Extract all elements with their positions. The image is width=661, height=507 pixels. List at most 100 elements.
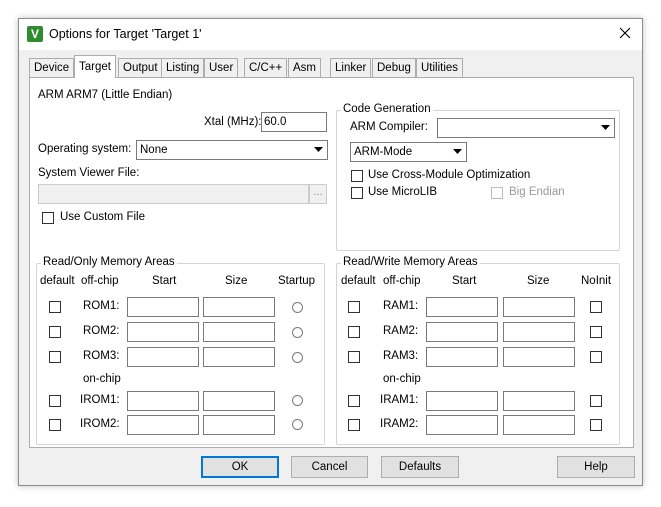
rom-header-default: default bbox=[40, 275, 75, 287]
rom-onchip-label: on-chip bbox=[83, 373, 121, 385]
tab-linker[interactable]: Linker bbox=[330, 58, 372, 77]
ram-header-offchip: off-chip bbox=[383, 275, 421, 287]
svf-label: System Viewer File: bbox=[38, 167, 140, 179]
ram-onchip-label: on-chip bbox=[383, 373, 421, 385]
rom2-label: ROM2: bbox=[83, 325, 120, 337]
rom1-size-input[interactable] bbox=[203, 297, 275, 317]
use-custom-file-checkbox[interactable] bbox=[42, 212, 54, 224]
ok-button[interactable]: OK bbox=[201, 456, 279, 478]
rom3-size-input[interactable] bbox=[203, 347, 275, 367]
ram1-noinit-checkbox[interactable] bbox=[590, 301, 602, 313]
os-select-value: None bbox=[140, 144, 168, 156]
rom3-startup-radio[interactable] bbox=[292, 352, 303, 363]
irom2-default-checkbox[interactable] bbox=[49, 419, 61, 431]
iram2-default-checkbox[interactable] bbox=[348, 419, 360, 431]
irom1-startup-radio[interactable] bbox=[292, 395, 303, 406]
tab-utilities[interactable]: Utilities bbox=[416, 58, 464, 77]
rom1-startup-radio[interactable] bbox=[292, 302, 303, 313]
svf-browse-button[interactable]: ... bbox=[309, 184, 327, 204]
rom-header-size: Size bbox=[225, 275, 248, 287]
irom2-size-input[interactable] bbox=[203, 415, 275, 435]
ram-header-default: default bbox=[341, 275, 376, 287]
ram2-label: RAM2: bbox=[383, 325, 419, 337]
ram3-noinit-checkbox[interactable] bbox=[590, 351, 602, 363]
rom3-default-checkbox[interactable] bbox=[49, 351, 61, 363]
help-button[interactable]: Help bbox=[557, 456, 635, 478]
irom2-startup-radio[interactable] bbox=[292, 419, 303, 430]
ram2-default-checkbox[interactable] bbox=[348, 326, 360, 338]
defaults-button[interactable]: Defaults bbox=[381, 456, 459, 478]
mode-select[interactable]: ARM-Mode bbox=[350, 142, 467, 162]
iram1-default-checkbox[interactable] bbox=[348, 395, 360, 407]
irom1-start-input[interactable] bbox=[127, 391, 199, 411]
ram3-default-checkbox[interactable] bbox=[348, 351, 360, 363]
options-dialog: V Options for Target 'Target 1' Device T… bbox=[18, 18, 643, 486]
close-icon[interactable] bbox=[616, 24, 634, 42]
title-bar: V Options for Target 'Target 1' bbox=[19, 19, 642, 50]
compiler-label: ARM Compiler: bbox=[350, 121, 428, 133]
cross-module-checkbox[interactable] bbox=[351, 170, 363, 182]
iram1-start-input[interactable] bbox=[426, 391, 498, 411]
code-generation-legend: Code Generation bbox=[341, 103, 433, 115]
rom2-size-input[interactable] bbox=[203, 322, 275, 342]
ram-header-start: Start bbox=[452, 275, 477, 287]
iram2-label: IRAM2: bbox=[380, 418, 419, 430]
iram2-noinit-checkbox[interactable] bbox=[590, 419, 602, 431]
rom2-startup-radio[interactable] bbox=[292, 327, 303, 338]
ram3-size-input[interactable] bbox=[503, 347, 575, 367]
use-custom-file-label: Use Custom File bbox=[60, 211, 145, 223]
tab-target[interactable]: Target bbox=[74, 55, 116, 78]
window-title: Options for Target 'Target 1' bbox=[49, 27, 202, 41]
rom2-start-input[interactable] bbox=[127, 322, 199, 342]
ram3-start-input[interactable] bbox=[426, 347, 498, 367]
iram2-size-input[interactable] bbox=[503, 415, 575, 435]
target-tab-panel: ARM ARM7 (Little Endian) Xtal (MHz): Ope… bbox=[29, 77, 634, 448]
tab-asm[interactable]: Asm bbox=[288, 58, 321, 77]
rom1-start-input[interactable] bbox=[127, 297, 199, 317]
chevron-down-icon bbox=[450, 144, 465, 160]
big-endian-checkbox[interactable] bbox=[491, 187, 503, 199]
tab-device[interactable]: Device bbox=[29, 58, 75, 77]
ram1-default-checkbox[interactable] bbox=[348, 301, 360, 313]
irom1-label: IROM1: bbox=[80, 394, 120, 406]
tab-user[interactable]: User bbox=[204, 58, 239, 77]
iram1-noinit-checkbox[interactable] bbox=[590, 395, 602, 407]
svf-input[interactable] bbox=[38, 184, 309, 204]
ram2-noinit-checkbox[interactable] bbox=[590, 326, 602, 338]
tab-c-cpp[interactable]: C/C++ bbox=[244, 58, 288, 77]
rom1-default-checkbox[interactable] bbox=[49, 301, 61, 313]
xtal-input[interactable] bbox=[261, 112, 327, 132]
ram1-size-input[interactable] bbox=[503, 297, 575, 317]
chevron-down-icon bbox=[598, 120, 613, 136]
ram-areas-legend: Read/Write Memory Areas bbox=[341, 256, 480, 268]
os-select[interactable]: None bbox=[136, 140, 328, 160]
microlib-label: Use MicroLIB bbox=[368, 186, 438, 198]
ram3-label: RAM3: bbox=[383, 350, 419, 362]
device-name-label: ARM ARM7 (Little Endian) bbox=[38, 89, 173, 101]
cross-module-label: Use Cross-Module Optimization bbox=[368, 169, 531, 181]
tab-listing[interactable]: Listing bbox=[161, 58, 205, 77]
tab-debug[interactable]: Debug bbox=[372, 58, 416, 77]
app-logo-icon: V bbox=[27, 26, 43, 42]
ram2-size-input[interactable] bbox=[503, 322, 575, 342]
ram2-start-input[interactable] bbox=[426, 322, 498, 342]
microlib-checkbox[interactable] bbox=[351, 187, 363, 199]
rom-header-startup: Startup bbox=[278, 275, 316, 287]
ram1-start-input[interactable] bbox=[426, 297, 498, 317]
rom1-label: ROM1: bbox=[83, 300, 120, 312]
irom1-size-input[interactable] bbox=[203, 391, 275, 411]
irom2-start-input[interactable] bbox=[127, 415, 199, 435]
chevron-down-icon bbox=[311, 142, 326, 158]
tab-output[interactable]: Output bbox=[118, 58, 163, 77]
rom-areas-legend: Read/Only Memory Areas bbox=[41, 256, 177, 268]
iram2-start-input[interactable] bbox=[426, 415, 498, 435]
cancel-button[interactable]: Cancel bbox=[291, 456, 368, 478]
irom2-label: IROM2: bbox=[80, 418, 120, 430]
mode-select-value: ARM-Mode bbox=[354, 146, 413, 158]
rom3-start-input[interactable] bbox=[127, 347, 199, 367]
iram1-size-input[interactable] bbox=[503, 391, 575, 411]
compiler-select[interactable] bbox=[437, 118, 615, 138]
ram-header-noinit: NoInit bbox=[581, 275, 612, 287]
rom2-default-checkbox[interactable] bbox=[49, 326, 61, 338]
irom1-default-checkbox[interactable] bbox=[49, 395, 61, 407]
